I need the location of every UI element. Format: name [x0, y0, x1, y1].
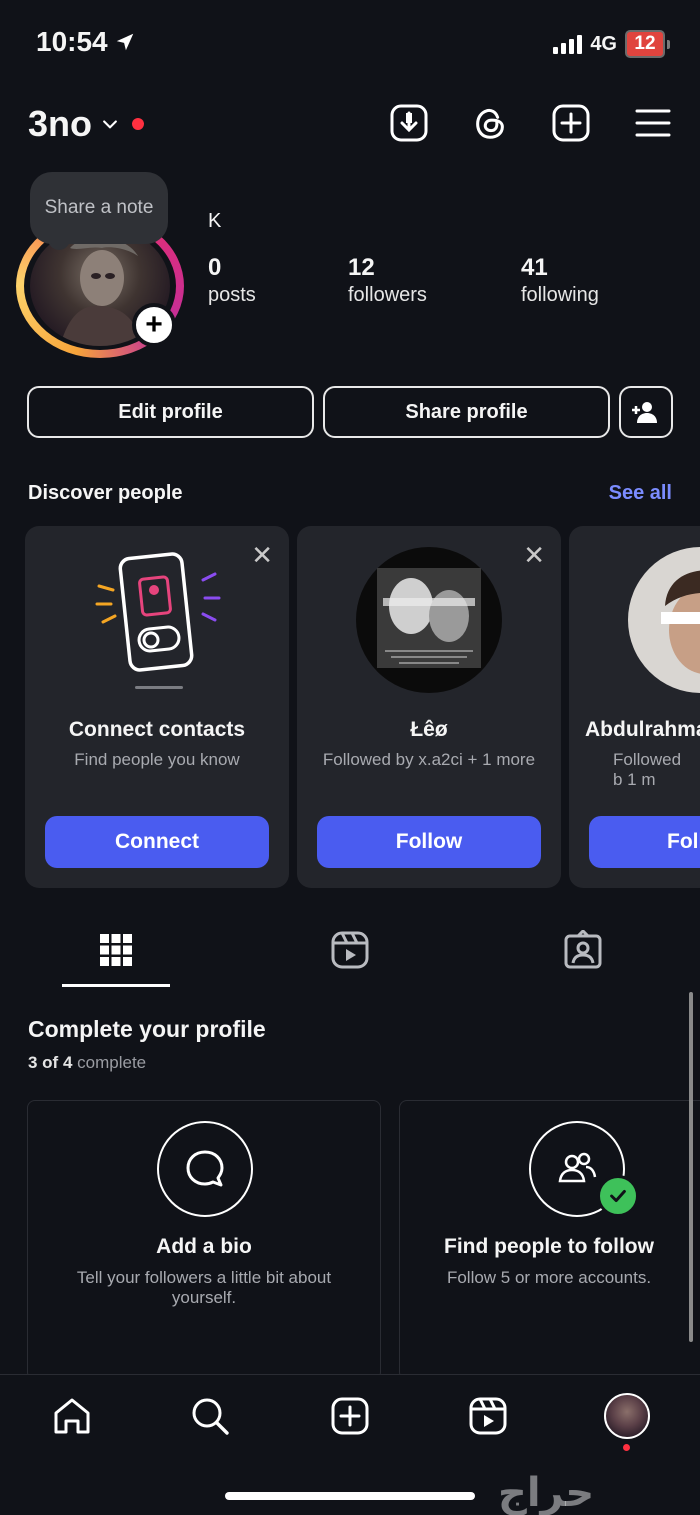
menu-button[interactable]: [632, 102, 674, 144]
plus-square-icon: [552, 104, 590, 142]
posts-label: posts: [208, 284, 256, 306]
card-title: Find people to follow: [444, 1235, 654, 1258]
card-title: Add a bio: [156, 1235, 252, 1258]
add-bio-card[interactable]: Add a bio Tell your followers a little b…: [27, 1100, 381, 1380]
active-tab-indicator: [62, 984, 170, 987]
username-label: 3no: [28, 103, 93, 144]
display-name: K: [208, 210, 222, 232]
see-all-link[interactable]: See all: [609, 482, 672, 505]
grid-icon[interactable]: [96, 930, 136, 970]
time-text: 10:54: [36, 26, 108, 57]
nav-reels[interactable]: [466, 1394, 510, 1438]
card-subtitle: Tell your followers a little bit about y…: [76, 1268, 332, 1308]
hamburger-icon: [635, 109, 671, 137]
user-avatar[interactable]: [627, 546, 700, 694]
threads-icon: [476, 108, 504, 139]
threads-button[interactable]: [469, 102, 511, 144]
posts-count: 0: [208, 254, 222, 281]
suggestion-card-user: ✕ Łêø Followed by x.a2ci + 1 more Follow: [297, 526, 561, 888]
nav-search[interactable]: [188, 1394, 232, 1438]
phone-contacts-illustration: [95, 552, 221, 689]
complete-profile-heading: Complete your profile: [28, 1016, 266, 1042]
reels-icon: [469, 1397, 507, 1435]
note-placeholder: Share a note: [44, 197, 154, 218]
card-title: Łêø: [410, 718, 448, 741]
signal-icon: [553, 34, 583, 54]
download-icon: [390, 104, 428, 142]
following-label: following: [521, 284, 599, 306]
discover-people-heading: Discover people: [28, 482, 183, 504]
card-title: Abdulrahma: [585, 718, 700, 741]
network-label: 4G: [590, 32, 617, 55]
add-friend-button[interactable]: [619, 386, 673, 438]
card-title: Connect contacts: [68, 718, 246, 741]
account-switcher[interactable]: 3no: [28, 103, 145, 145]
user-avatar[interactable]: [355, 546, 503, 694]
status-indicators: 4G 12: [553, 30, 670, 58]
close-icon[interactable]: ✕: [523, 540, 545, 571]
tagged-tab-icon[interactable]: [563, 930, 603, 970]
card-subtitle: Follow 5 or more accounts.: [446, 1268, 652, 1287]
suggestion-card-contacts: ✕ Connect contacts Find people you know …: [25, 526, 289, 888]
progress-suffix: complete: [77, 1053, 147, 1072]
scrollbar[interactable]: [689, 992, 693, 1342]
find-people-card[interactable]: Find people to follow Follow 5 or more a…: [399, 1100, 700, 1380]
home-icon: [54, 1398, 90, 1434]
suggestion-card-user-partial: Abdulrahma Followed b 1 m Foll: [569, 526, 700, 888]
notification-dot: [132, 118, 145, 130]
plus-square-icon: [331, 1397, 369, 1435]
speech-bubble-icon: [186, 1150, 224, 1187]
completed-check-badge: [597, 1175, 639, 1217]
location-arrow-icon: [116, 33, 133, 51]
battery-icon: 12: [625, 30, 670, 58]
close-icon[interactable]: ✕: [251, 540, 273, 571]
nav-profile-avatar[interactable]: [604, 1393, 650, 1439]
search-icon: [192, 1398, 229, 1435]
stat-followers[interactable]: 12 followers: [348, 254, 427, 307]
chevron-down-icon: [103, 120, 117, 129]
battery-level: 12: [625, 30, 665, 58]
nav-create[interactable]: [328, 1394, 372, 1438]
progress-done: 3 of 4: [28, 1053, 73, 1072]
follow-button[interactable]: Foll: [589, 816, 700, 868]
people-icon: [558, 1152, 597, 1183]
followers-label: followers: [348, 284, 427, 306]
card-subtitle: Followed b 1 m: [613, 750, 682, 790]
check-icon: [610, 1189, 626, 1203]
edit-profile-label: Edit profile: [118, 400, 223, 423]
plus-icon: +: [145, 308, 163, 341]
share-profile-label: Share profile: [405, 400, 528, 423]
card-subtitle: Followed by x.a2ci + 1 more: [322, 750, 536, 769]
reels-tab-icon[interactable]: [330, 930, 370, 970]
home-indicator[interactable]: [225, 1492, 475, 1500]
stat-posts[interactable]: 0 posts: [208, 254, 256, 307]
add-person-icon: [632, 402, 657, 423]
follow-button[interactable]: Follow: [317, 816, 541, 868]
card-subtitle: Find people you know: [74, 750, 240, 769]
speech-bubble-circle: [157, 1121, 253, 1217]
edit-profile-button[interactable]: Edit profile: [27, 386, 314, 438]
watermark-logo: حراج: [498, 1470, 595, 1515]
nav-notification-dot: [623, 1444, 630, 1451]
followers-count: 12: [348, 254, 375, 281]
share-note-bubble[interactable]: Share a note: [30, 172, 168, 244]
connect-button[interactable]: Connect: [45, 816, 269, 868]
stat-following[interactable]: 41 following: [521, 254, 599, 307]
nav-home[interactable]: [50, 1394, 94, 1438]
download-button[interactable]: [388, 102, 430, 144]
complete-profile-progress: 3 of 4 complete: [28, 1053, 146, 1073]
add-story-button[interactable]: +: [132, 303, 176, 347]
create-button[interactable]: [550, 102, 592, 144]
following-count: 41: [521, 254, 548, 281]
share-profile-button[interactable]: Share profile: [323, 386, 610, 438]
status-time: 10:54: [36, 26, 136, 58]
